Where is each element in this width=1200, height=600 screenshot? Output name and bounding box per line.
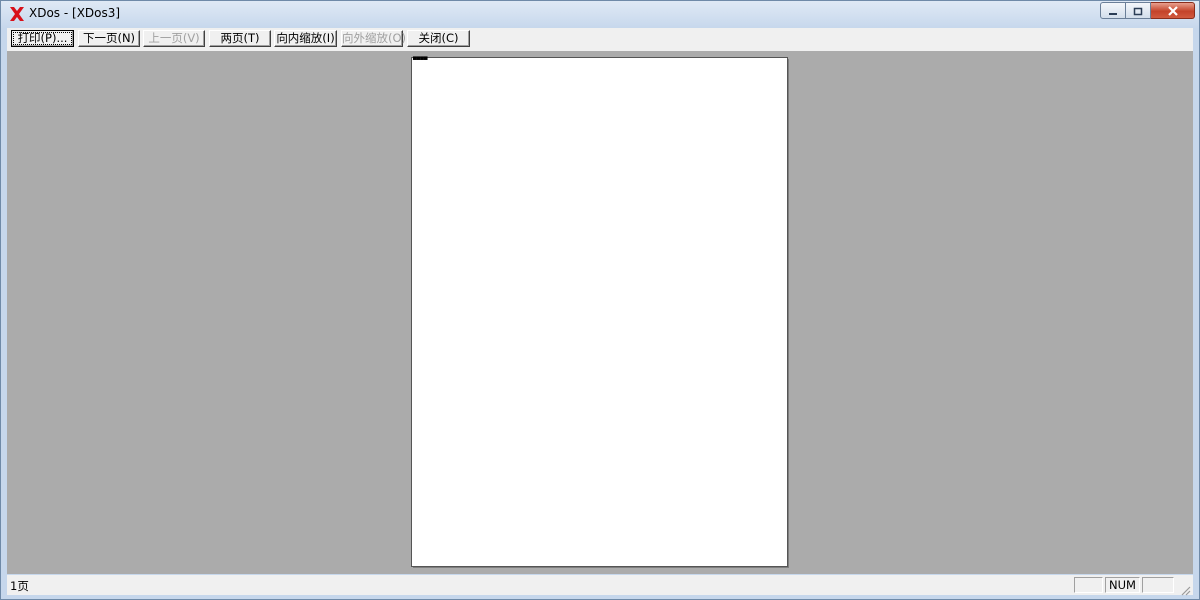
status-bar: 1页 NUM [7,575,1193,596]
status-indicator-3 [1142,577,1174,593]
close-icon [1167,1,1179,20]
xdos-app-icon[interactable] [9,6,25,22]
print-button[interactable]: 打印(P)... [11,30,74,47]
previous-page-button[interactable]: 上一页(V) [143,30,205,47]
preview-workspace[interactable]: ▀▀▀▀ [7,51,1193,574]
zoom-in-button[interactable]: 向内缩放(I) [274,30,337,47]
num-lock-indicator: NUM [1105,577,1140,593]
two-page-button[interactable]: 两页(T) [209,30,271,47]
caption-buttons [1100,2,1195,20]
print-preview-toolbar: 打印(P)... 下一页(N) 上一页(V) 两页(T) 向内缩放(I) 向外缩… [7,28,1193,52]
preview-page[interactable]: ▀▀▀▀ [411,57,788,567]
title-bar[interactable]: XDos - [XDos3] [1,1,1199,25]
application-window: XDos - [XDos3] 打印(P)... 下一页(N) 上一页(V) 两页… [0,0,1200,600]
next-page-button[interactable]: 下一页(N) [78,30,140,47]
resize-grip-icon[interactable] [1179,581,1191,596]
zoom-out-button[interactable]: 向外缩放(O) [341,30,406,47]
restore-icon [1133,1,1143,20]
page-number-status: 1页 [10,579,29,593]
close-preview-button[interactable]: 关闭(C) [407,30,470,47]
status-indicator-1 [1074,577,1103,593]
minimize-icon [1108,1,1118,20]
window-title: XDos - [XDos3] [29,6,121,20]
maximize-button[interactable] [1126,2,1151,19]
close-window-button[interactable] [1151,2,1195,19]
minimize-button[interactable] [1100,2,1126,19]
page-content-text: ▀▀▀▀ [413,57,428,64]
